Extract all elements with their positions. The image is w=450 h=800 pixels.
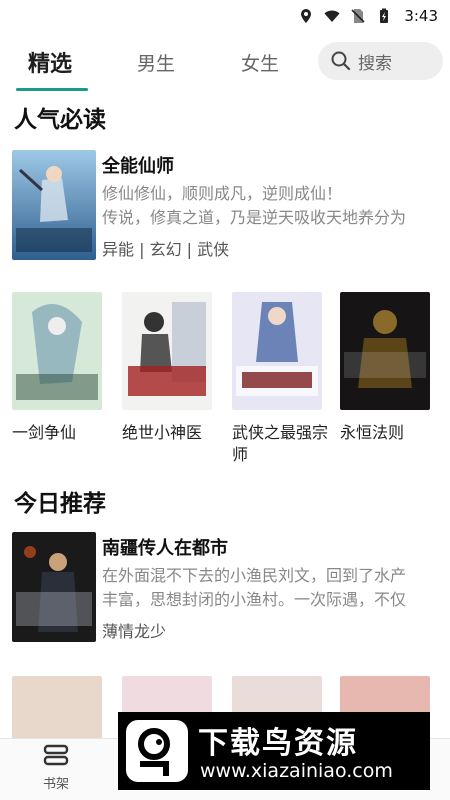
wifi-icon <box>324 10 340 22</box>
section-title-popular: 人气必读 <box>14 107 106 133</box>
nav-bookshelf[interactable]: 书架 <box>16 743 96 792</box>
no-sim-icon <box>351 9 365 23</box>
watermark-text: 下载鸟资源 <box>198 726 358 761</box>
status-bar: 3:43 <box>0 0 450 32</box>
book-description: 修仙修仙，顺则成凡，逆则成仙！ 传说，修真之道，乃是逆天吸收天地养分为 <box>102 184 407 227</box>
section-title-today: 今日推荐 <box>14 491 106 517</box>
book-item[interactable]: 武侠之最强宗师 <box>232 292 332 466</box>
search-icon <box>331 51 351 71</box>
nav-label: 书架 <box>42 777 69 792</box>
active-tab-indicator <box>16 88 88 91</box>
book-item[interactable]: 永恒法则 <box>340 292 440 444</box>
featured-book-today[interactable]: 南疆传人在都市 在外面混不下去的小渔民刘文，回到了水产 丰富，思想封闭的小渔村。… <box>12 532 442 644</box>
top-nav: 精选 男生 女生 搜索 <box>0 34 450 92</box>
tab-female[interactable]: 女生 <box>241 34 279 90</box>
status-time: 3:43 <box>404 7 438 25</box>
book-name: 一剑争仙 <box>12 423 77 442</box>
book-item[interactable]: 绝世小神医 <box>122 292 222 444</box>
book-title: 南疆传人在都市 <box>102 538 228 559</box>
tab-male[interactable]: 男生 <box>137 34 175 90</box>
book-cover[interactable] <box>340 292 430 410</box>
featured-book-popular[interactable]: 全能仙师 修仙修仙，顺则成凡，逆则成仙！ 传说，修真之道，乃是逆天吸收天地养分为… <box>12 150 442 262</box>
book-author: 薄情龙少 <box>102 622 167 641</box>
main-content[interactable]: 人气必读 全能仙师 修仙修仙，顺则成凡，逆则成仙！ 传说，修真之道，乃是逆天吸收… <box>0 92 450 738</box>
book-cover[interactable] <box>232 292 322 410</box>
book-grid-popular: 一剑争仙 绝世小神医 武侠之最强宗师 永恒法则 <box>0 292 450 472</box>
tab-featured[interactable]: 精选 <box>28 34 72 90</box>
search-button[interactable]: 搜索 <box>318 42 443 80</box>
battery-charging-icon <box>380 8 389 23</box>
book-cover[interactable] <box>12 150 96 260</box>
book-name: 绝世小神医 <box>122 423 203 442</box>
book-tags: 异能 | 玄幻 | 武侠 <box>102 240 230 259</box>
watermark-logo <box>126 720 188 782</box>
search-label: 搜索 <box>358 53 392 74</box>
book-cover[interactable] <box>12 292 102 410</box>
book-cover[interactable] <box>12 676 102 738</box>
book-name: 武侠之最强宗师 <box>232 423 329 464</box>
book-cover[interactable] <box>12 532 96 642</box>
book-name: 永恒法则 <box>340 423 405 442</box>
book-title: 全能仙师 <box>102 156 174 177</box>
bookshelf-icon <box>43 744 69 766</box>
book-item[interactable]: 一剑争仙 <box>12 292 112 444</box>
watermark-url: www.xiazainiao.com <box>200 760 393 782</box>
book-cover[interactable] <box>122 292 212 410</box>
watermark-banner: 下载鸟资源 www.xiazainiao.com <box>118 712 430 790</box>
location-icon <box>301 9 312 23</box>
book-description: 在外面混不下去的小渔民刘文，回到了水产 丰富，思想封闭的小渔村。一次际遇，不仅 <box>102 566 407 609</box>
